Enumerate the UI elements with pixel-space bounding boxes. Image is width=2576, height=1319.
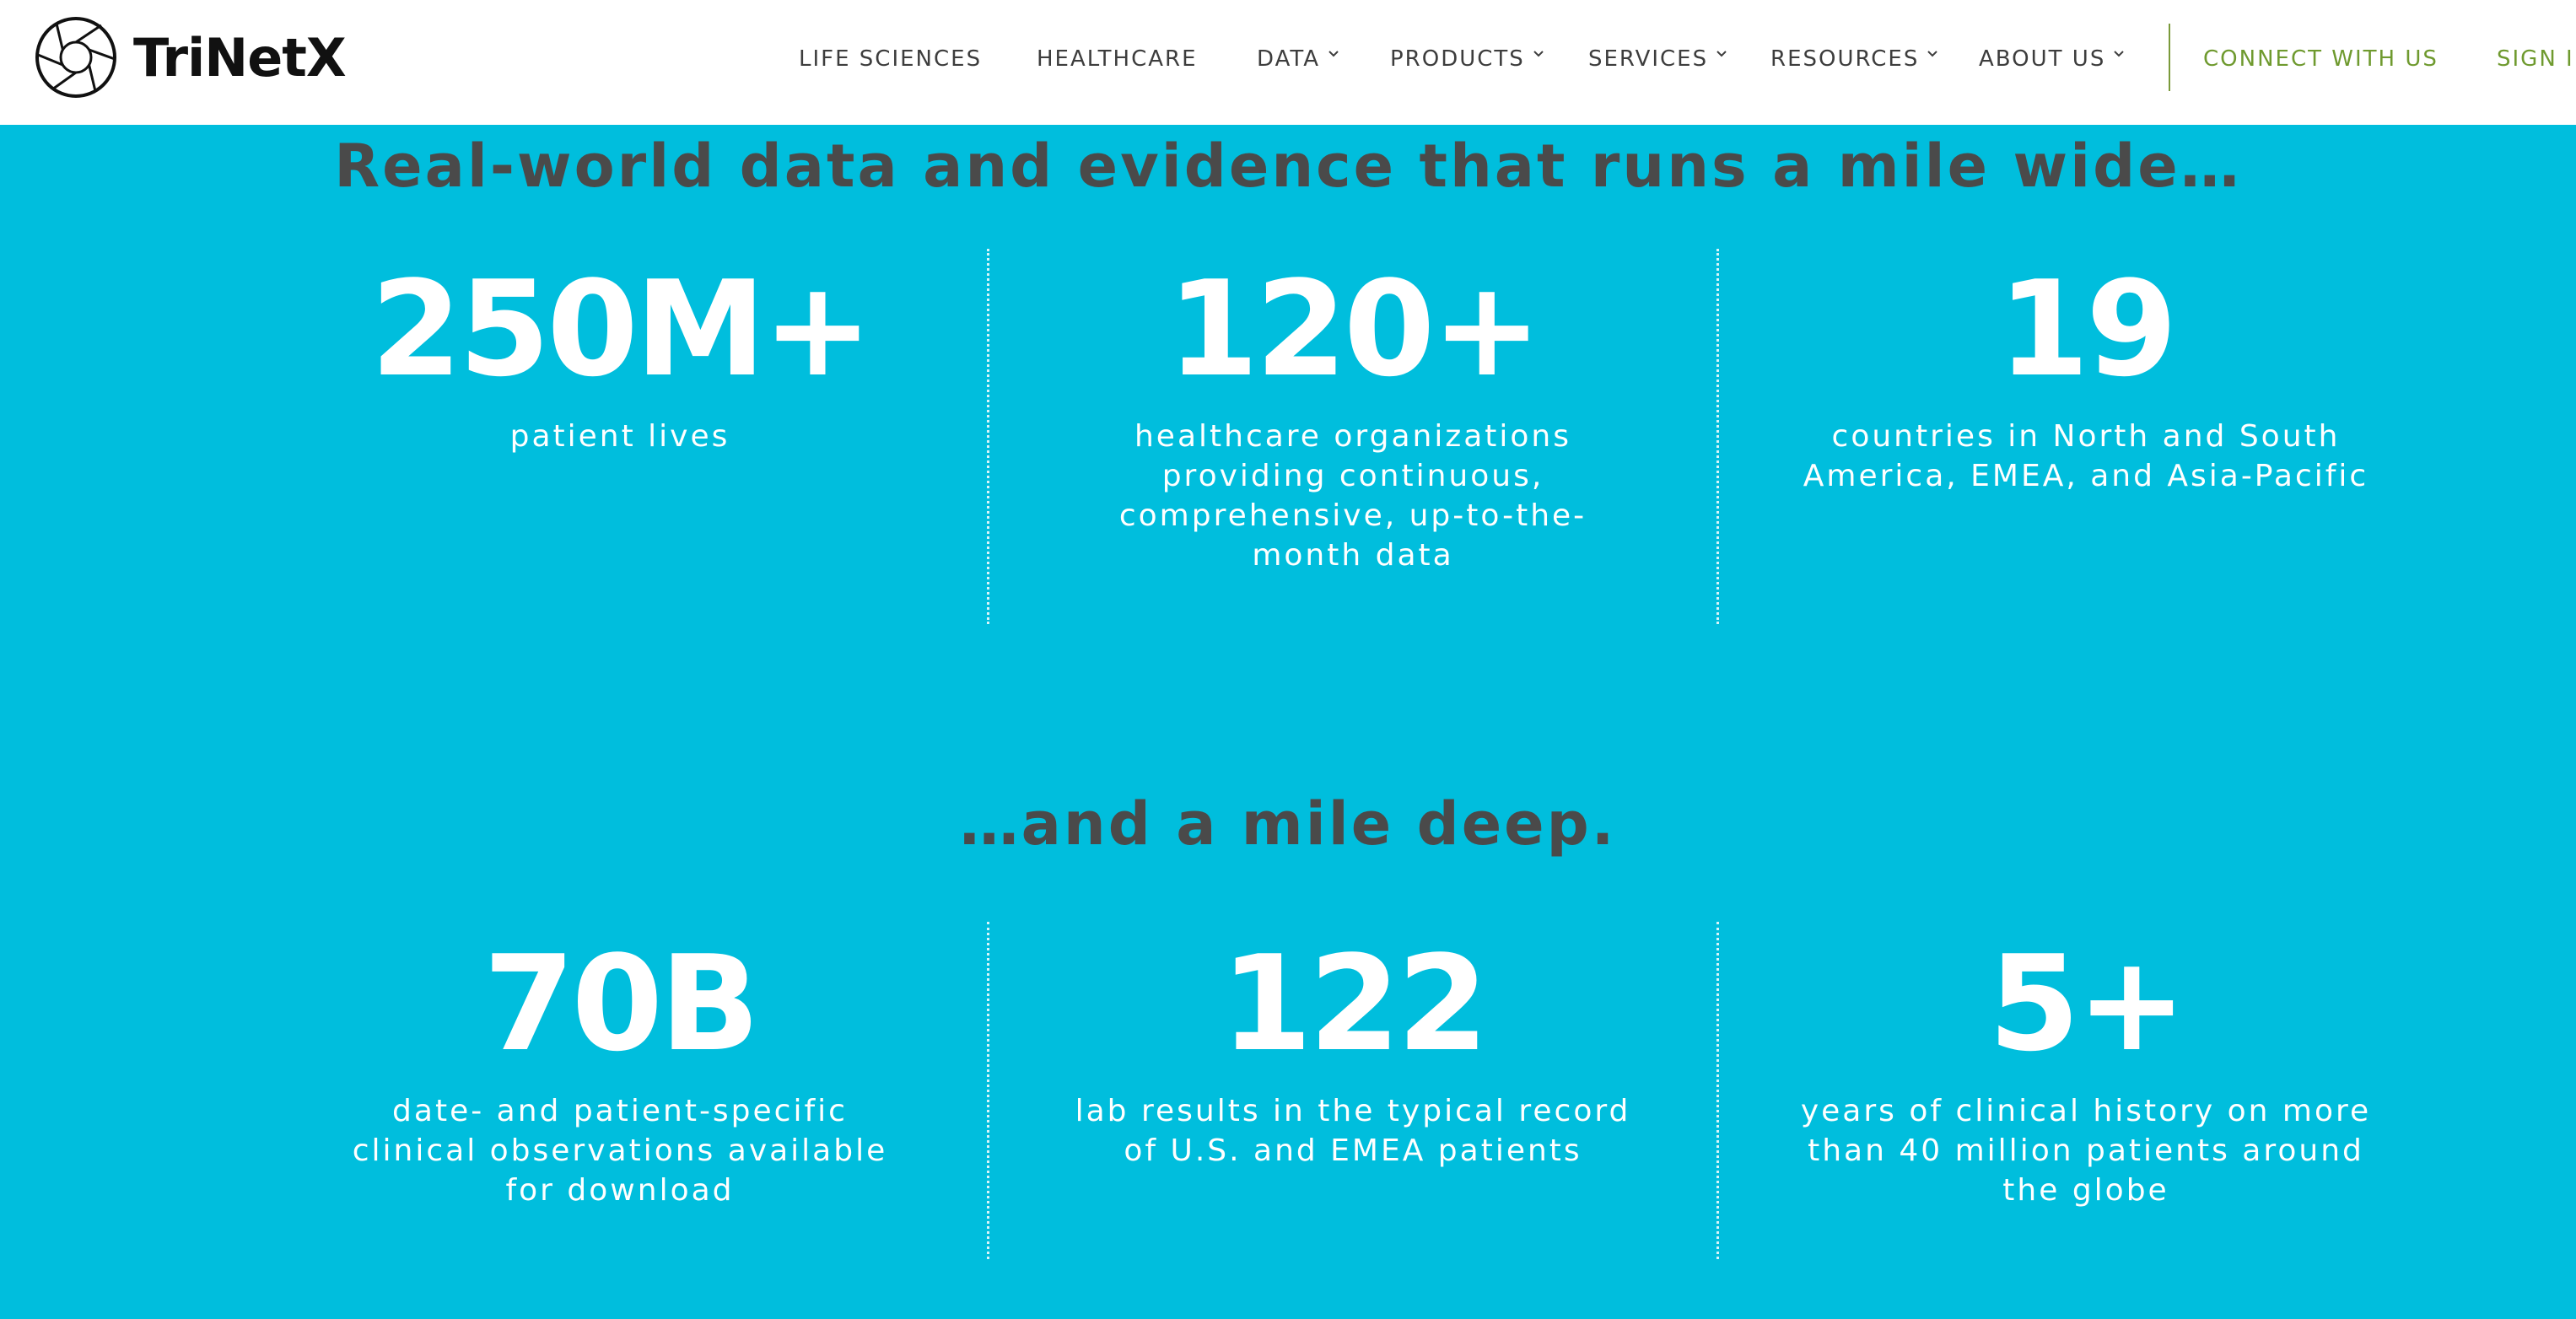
nav-healthcare[interactable]: HEALTHCARE [1037, 42, 1198, 76]
sign-in-label: SIGN IN [2497, 46, 2576, 72]
nav-label: HEALTHCARE [1037, 46, 1198, 72]
chevron-down-icon [1716, 51, 1727, 57]
connect-label: CONNECT WITH US [2203, 46, 2439, 72]
nav-label: ABOUT US [1979, 46, 2106, 72]
stat-description: patient lives [509, 419, 730, 454]
stat-number: 19 [1997, 252, 2177, 406]
stat-healthcare-orgs: 120+ healthcare organizations providing … [1032, 253, 1673, 575]
stat-number: 70B [483, 927, 760, 1080]
chevron-down-icon [1927, 51, 1938, 57]
stat-clinical-history: 5+ years of clinical history on more tha… [1765, 928, 2406, 1210]
nav-about-us[interactable]: ABOUT US [1979, 42, 2127, 76]
sign-in-link[interactable]: SIGN IN [2497, 42, 2576, 76]
nav-label: PRODUCTS [1390, 46, 1525, 72]
chevron-down-icon [2114, 51, 2125, 57]
stat-description: years of clinical history on more than 4… [1800, 1094, 2372, 1208]
stat-number: 120+ [1167, 252, 1542, 406]
nav-label: DATA [1257, 46, 1320, 72]
nav-life-sciences[interactable]: LIFE SCIENCES [799, 42, 982, 76]
chevron-down-icon [1533, 51, 1544, 57]
mile-wide-heading: Real-world data and evidence that runs a… [334, 132, 2242, 201]
stat-number: 5+ [1988, 927, 2186, 1080]
chevron-down-icon [1328, 51, 1339, 57]
stat-patient-lives: 250M+ patient lives [299, 253, 940, 456]
stat-description: lab results in the typical record of U.S… [1075, 1094, 1631, 1168]
nav-resources[interactable]: RESOURCES [1770, 42, 1941, 76]
stat-lab-results: 122 lab results in the typical record of… [1032, 928, 1673, 1171]
stat-countries: 19 countries in North and South America,… [1765, 253, 2406, 496]
column-divider [987, 922, 989, 1259]
nav-label: LIFE SCIENCES [799, 46, 983, 72]
nav-divider [2169, 24, 2170, 91]
stat-number: 250M+ [370, 252, 873, 406]
nav-products[interactable]: PRODUCTS [1390, 42, 1547, 76]
stat-description: date- and patient-specific clinical obse… [352, 1094, 888, 1208]
logo-link[interactable]: TriNetX [34, 15, 347, 100]
stat-description: healthcare organizations providing conti… [1118, 419, 1587, 573]
column-divider [1716, 249, 1719, 624]
aperture-logo-icon [35, 17, 116, 98]
nav-label: SERVICES [1588, 46, 1709, 72]
stat-clinical-observations: 70B date- and patient-specific clinical … [299, 928, 940, 1210]
mile-deep-heading: …and a mile deep. [959, 789, 1617, 859]
column-divider [987, 249, 989, 624]
connect-with-us-link[interactable]: CONNECT WITH US [2203, 42, 2439, 76]
nav-services[interactable]: SERVICES [1588, 42, 1730, 76]
column-divider [1716, 922, 1719, 1259]
stat-number: 122 [1221, 927, 1489, 1080]
logo-wordmark: TriNetX [133, 26, 347, 89]
nav-label: RESOURCES [1770, 46, 1920, 72]
stat-description: countries in North and South America, EM… [1803, 419, 2369, 493]
site-header: TriNetX LIFE SCIENCES HEALTHCARE DATA PR… [0, 0, 2576, 125]
nav-data[interactable]: DATA [1257, 42, 1342, 76]
